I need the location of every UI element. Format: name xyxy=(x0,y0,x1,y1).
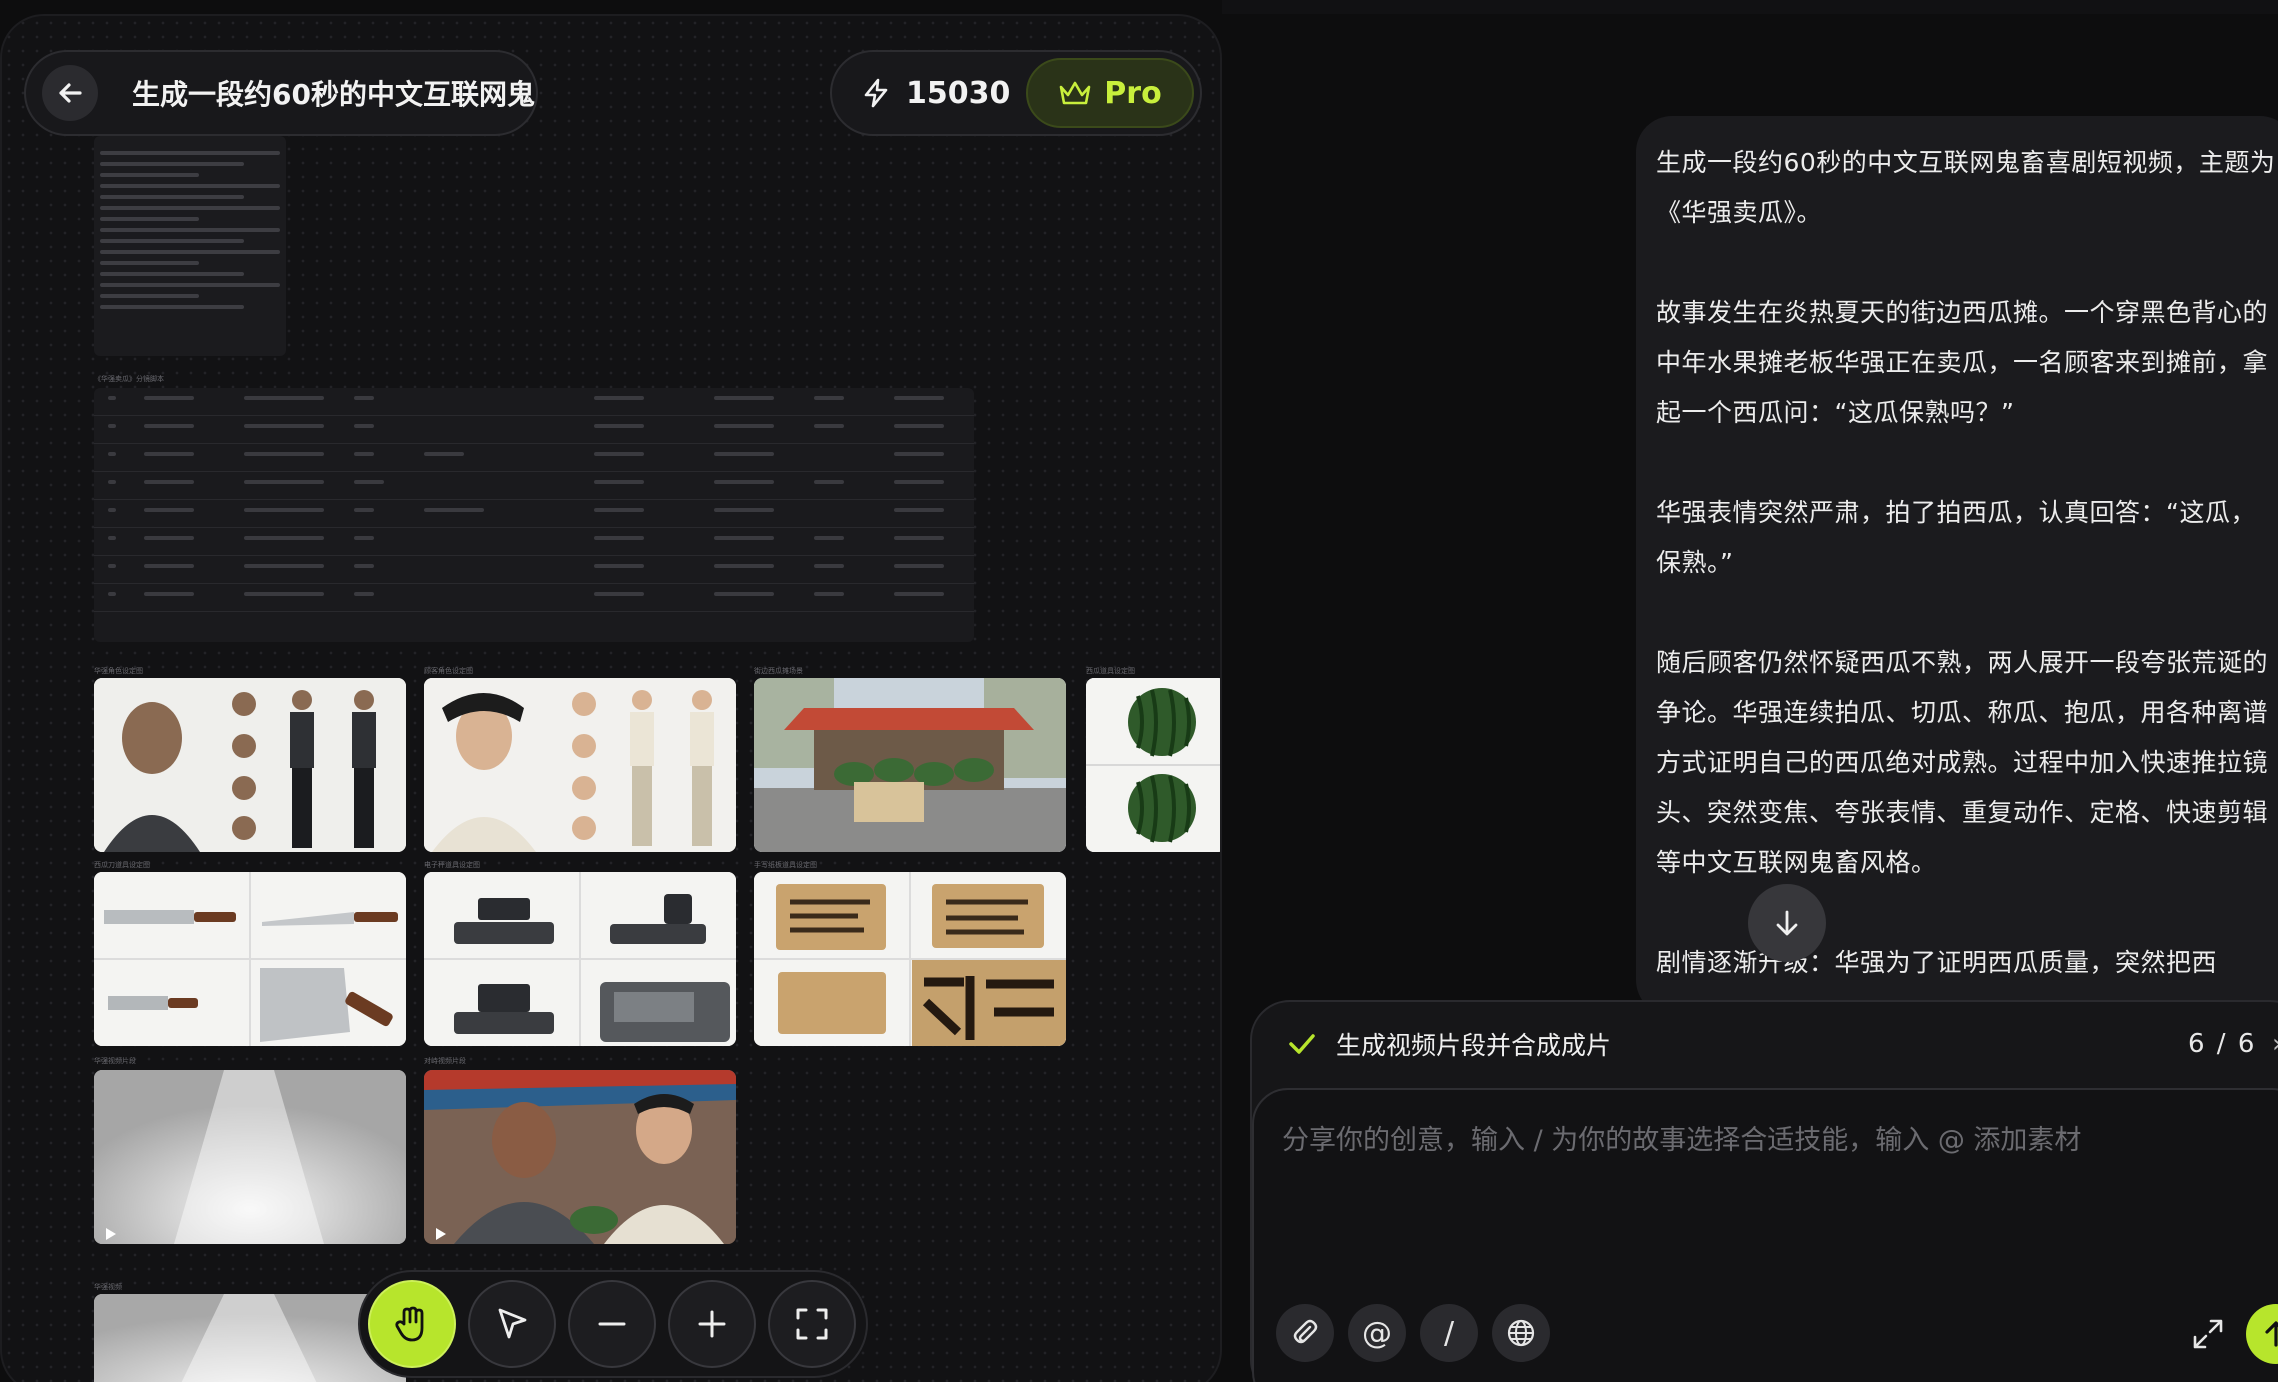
zoom-in-button[interactable] xyxy=(668,1280,756,1368)
video-frame-image xyxy=(94,1070,406,1244)
watermelon-stall-card[interactable] xyxy=(754,678,1066,852)
arrow-up-icon xyxy=(2265,1321,2278,1347)
mention-button[interactable]: @ xyxy=(1348,1304,1406,1362)
lightning-icon xyxy=(864,78,888,108)
project-title: 生成一段约60秒的中文互联网鬼 xyxy=(132,78,535,111)
credits-balance: 15030 xyxy=(906,75,1011,111)
hand-icon xyxy=(395,1306,424,1342)
globe-icon xyxy=(1507,1319,1535,1347)
asset-label: 西瓜道具设定图 xyxy=(1086,667,1135,675)
asset-label: 手写纸板道具设定图 xyxy=(754,861,817,869)
attach-button[interactable] xyxy=(1276,1304,1334,1362)
asset-label: 华强视频片段 xyxy=(94,1057,136,1065)
storyboard-table-thumbnail[interactable] xyxy=(94,388,974,642)
scroll-to-bottom-button[interactable] xyxy=(1748,884,1826,962)
customer-character-card[interactable] xyxy=(424,678,736,852)
fit-screen-icon xyxy=(796,1308,828,1340)
project-header: 生成一段约60秒的中文互联网鬼 xyxy=(24,50,538,136)
scale-prop-card[interactable] xyxy=(424,872,736,1046)
video-clip-card[interactable] xyxy=(94,1070,406,1244)
storyboard-canvas[interactable]: 《华强卖瓜》分镜脚本 华强角色设定图 顾客角色设定图 街边西瓜摊场景 西瓜道具设… xyxy=(0,14,1222,1382)
task-status-row[interactable]: 生成视频片段并合成成片 6 / 6 › xyxy=(1252,1002,2278,1086)
composer-panel: 生成视频片段并合成成片 6 / 6 › 分享你的创意，输入 / 为你的故事选择合… xyxy=(1250,1000,2278,1382)
asset-label: 街边西瓜摊场景 xyxy=(754,667,803,675)
skill-button[interactable]: / xyxy=(1420,1304,1478,1362)
select-arrow-icon xyxy=(498,1308,527,1339)
account-header: 15030 Pro xyxy=(830,50,1202,136)
watermelon-prop-card[interactable] xyxy=(1086,678,1220,852)
canvas-toolbar xyxy=(358,1270,868,1378)
message-paragraph: 故事发生在炎热夏天的街边西瓜摊。一个穿黑色背心的中年水果摊老板华强正在卖瓜，一名… xyxy=(1656,298,2269,427)
send-button[interactable] xyxy=(2246,1304,2278,1364)
chevron-right-icon[interactable]: › xyxy=(2272,1029,2278,1059)
watermelon-image xyxy=(1086,678,1220,852)
huaqiang-character-card[interactable] xyxy=(94,678,406,852)
task-progress: 6 / 6 xyxy=(2188,1029,2257,1059)
asset-label: 华强视频 xyxy=(94,1283,122,1291)
app-screen: 《华强卖瓜》分镜脚本 华强角色设定图 顾客角色设定图 街边西瓜摊场景 西瓜道具设… xyxy=(0,0,2278,1382)
crown-icon xyxy=(1059,81,1091,105)
arrow-down-icon xyxy=(1776,910,1798,936)
task-label: 生成视频片段并合成成片 xyxy=(1336,1031,1612,1060)
asset-label: 对峙视频片段 xyxy=(424,1057,466,1065)
script-document-thumbnail[interactable] xyxy=(94,136,286,356)
character-sheet-image xyxy=(94,678,406,852)
slash-label: / xyxy=(1443,1315,1455,1351)
zoom-out-icon xyxy=(598,1322,626,1326)
message-paragraph: 随后顾客仍然怀疑西瓜不熟，两人展开一段夸张荒诞的争论。华强连续拍瓜、切瓜、称瓜、… xyxy=(1656,648,2269,877)
arrow-left-icon xyxy=(59,83,82,103)
asset-label: 西瓜刀道具设定图 xyxy=(94,861,150,869)
message-paragraph: 剧情逐渐升级：华强为了证明西瓜质量，突然把西 xyxy=(1656,948,2218,977)
expand-button[interactable] xyxy=(2186,1312,2230,1356)
select-tool-button[interactable] xyxy=(468,1280,556,1368)
message-paragraph: 生成一段约60秒的中文互联网鬼畜喜剧短视频，主题为《华强卖瓜》。 xyxy=(1656,148,2276,227)
character-sheet-image xyxy=(424,678,736,852)
cardboard-sign-card[interactable] xyxy=(754,872,1066,1046)
user-message-bubble: 生成一段约60秒的中文互联网鬼畜喜剧短视频，主题为《华强卖瓜》。 故事发生在炎热… xyxy=(1636,116,2278,1016)
message-paragraph: 华强表情突然严肃，拍了拍西瓜，认真回答：“这瓜，保熟。” xyxy=(1656,498,2256,577)
prompt-input[interactable]: 分享你的创意，输入 / 为你的故事选择合适技能，输入 @ 添加素材 @ / xyxy=(1252,1088,2278,1382)
stall-scene-image xyxy=(754,678,1066,852)
prompt-placeholder: 分享你的创意，输入 / 为你的故事选择合适技能，输入 @ 添加素材 xyxy=(1282,1125,2082,1156)
fit-screen-button[interactable] xyxy=(768,1280,856,1368)
zoom-in-icon xyxy=(698,1310,726,1338)
hand-tool-button[interactable] xyxy=(368,1280,456,1368)
web-search-button[interactable] xyxy=(1492,1304,1550,1362)
scale-image xyxy=(424,872,736,1046)
right-panel-topbar xyxy=(1222,0,2278,14)
at-label: @ xyxy=(1362,1315,1392,1351)
input-tools: @ / xyxy=(1276,1304,1550,1362)
cardboard-sign-image xyxy=(754,872,1066,1046)
video-clip-card[interactable] xyxy=(424,1070,736,1244)
asset-label: 华强角色设定图 xyxy=(94,667,143,675)
check-icon xyxy=(1289,1034,1315,1054)
zoom-out-button[interactable] xyxy=(568,1280,656,1368)
knife-image xyxy=(94,872,406,1046)
back-button[interactable] xyxy=(42,65,98,121)
pro-label: Pro xyxy=(1104,75,1162,111)
expand-icon xyxy=(2193,1319,2223,1349)
pro-upgrade-button[interactable]: Pro xyxy=(1026,58,1194,128)
asset-label: 电子秤道具设定图 xyxy=(424,861,480,869)
knife-prop-card[interactable] xyxy=(94,872,406,1046)
asset-label: 顾客角色设定图 xyxy=(424,667,473,675)
paperclip-icon xyxy=(1293,1319,1318,1344)
storyboard-table-label: 《华强卖瓜》分镜脚本 xyxy=(94,375,164,383)
video-frame-image xyxy=(424,1070,736,1244)
